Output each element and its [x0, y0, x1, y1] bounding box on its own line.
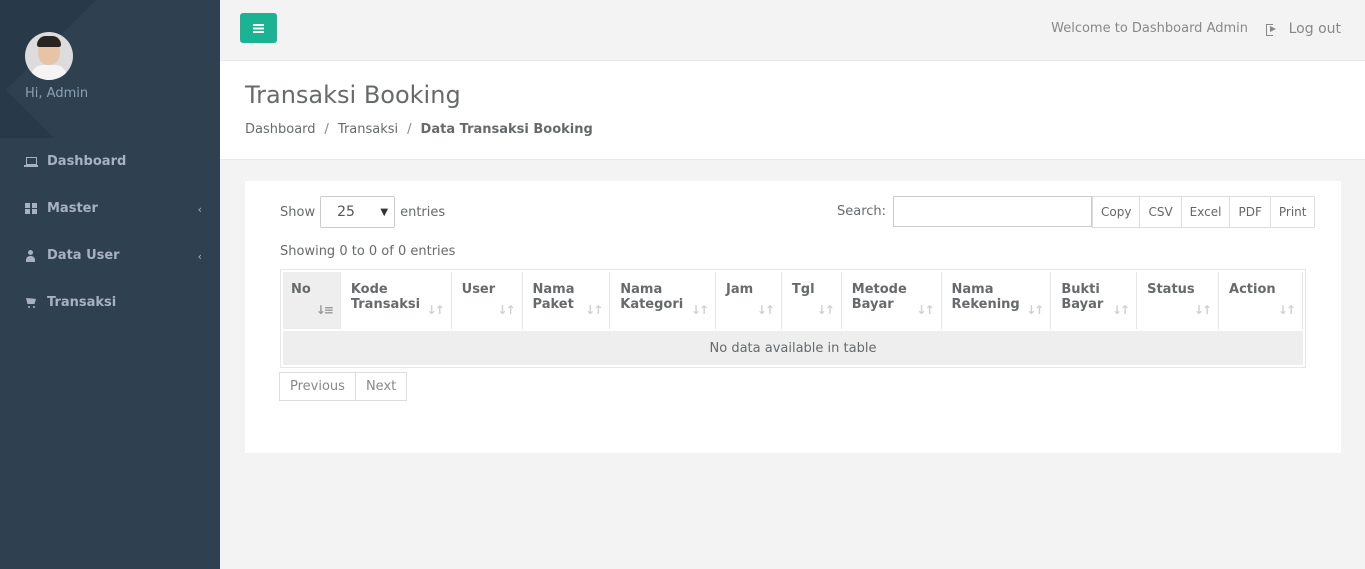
laptop-icon [24, 156, 38, 167]
sidebar-item-label: Master [47, 201, 98, 216]
chevron-down-icon: ▼ [380, 206, 389, 218]
sign-out-icon [1265, 24, 1278, 36]
column-header[interactable]: Nama Rekening ↓↑ [944, 272, 1052, 329]
next-page-button[interactable]: Next [354, 372, 408, 401]
breadcrumb-separator: / [407, 122, 412, 137]
sidebar-item-label: Data User [47, 248, 120, 263]
column-header[interactable]: Jam ↓↑ [718, 272, 782, 329]
welcome-text: Welcome to Dashboard Admin [1051, 21, 1248, 36]
column-header[interactable]: Nama Paket ↓↑ [525, 272, 611, 329]
entries-select[interactable]: 25 ▼ [320, 196, 396, 228]
bars-icon [253, 23, 264, 33]
sort-icon: ↓↑ [1193, 303, 1212, 317]
page-title: Transaksi Booking [245, 81, 461, 109]
pdf-button[interactable]: PDF [1229, 196, 1271, 228]
sidebar-item-dashboard[interactable]: Dashboard [0, 138, 220, 185]
content-box: Show 25 ▼ entries Search: Copy CSV Excel… [245, 181, 1341, 453]
csv-button[interactable]: CSV [1139, 196, 1182, 228]
sort-icon: ↓↑ [916, 303, 934, 317]
column-header[interactable]: Metode Bayar ↓↑ [844, 272, 942, 329]
sort-asc-icon: ↓≡ [315, 303, 334, 317]
profile-header: Hi, Admin [0, 0, 220, 138]
sort-icon: ↓↑ [1026, 303, 1044, 317]
booking-table: No ↓≡ Kode Transaksi ↓↑ User ↓↑ Nama Paket ↓↑ … [280, 269, 1306, 368]
print-button[interactable]: Print [1269, 196, 1316, 228]
column-header[interactable]: Action ↓↑ [1221, 272, 1303, 329]
breadcrumb-separator: / [324, 122, 329, 137]
sidebar: Hi, Admin Dashboard Master ‹ Data User ‹… [0, 0, 220, 569]
show-label: Show [280, 204, 316, 220]
sidebar-item-master[interactable]: Master ‹ [0, 185, 220, 232]
sort-icon: ↓↑ [816, 303, 835, 317]
cart-icon [25, 297, 37, 308]
menu-toggle-button[interactable] [240, 13, 277, 43]
sidebar-item-label: Dashboard [47, 154, 127, 169]
breadcrumb: Dashboard / Transaksi / Data Transaksi B… [245, 122, 593, 137]
excel-button[interactable]: Excel [1180, 196, 1231, 228]
sort-icon: ↓↑ [756, 303, 775, 317]
column-header[interactable]: Tgl ↓↑ [784, 272, 842, 329]
sort-icon: ↓↑ [1277, 303, 1296, 317]
search-label: Search: [837, 204, 887, 219]
search-input[interactable] [893, 196, 1093, 227]
breadcrumb-transaksi[interactable]: Transaksi [338, 122, 398, 137]
sidebar-item-label: Transaksi [47, 295, 117, 310]
chevron-left-icon: ‹ [197, 203, 202, 216]
logout-label: Log out [1288, 21, 1341, 37]
column-header[interactable]: Status ↓↑ [1139, 272, 1220, 329]
sort-icon: ↓↑ [1111, 303, 1130, 317]
empty-table-message: No data available in table [283, 331, 1303, 365]
sidebar-item-data-user[interactable]: Data User ‹ [0, 232, 220, 279]
greeting-text: Hi, Admin [25, 86, 89, 101]
page-heading: Transaksi Booking Dashboard / Transaksi … [220, 60, 1365, 160]
sort-icon: ↓↑ [585, 303, 603, 317]
export-button-group: Copy CSV Excel PDF Print [1092, 196, 1316, 228]
table-row: No data available in table [283, 331, 1303, 365]
th-large-icon [25, 203, 37, 214]
breadcrumb-dashboard[interactable]: Dashboard [245, 122, 316, 137]
column-header[interactable]: Nama Kategori ↓↑ [612, 272, 717, 329]
avatar[interactable] [25, 32, 73, 80]
user-icon [25, 250, 37, 262]
column-header[interactable]: No ↓≡ [283, 272, 341, 329]
table-info: Showing 0 to 0 of 0 entries [280, 244, 456, 259]
column-header[interactable]: Kode Transaksi ↓↑ [343, 272, 452, 329]
search-control: Search: [837, 196, 1093, 227]
top-navbar: Welcome to Dashboard Admin Log out [220, 0, 1365, 60]
table-header-row: No ↓≡ Kode Transaksi ↓↑ User ↓↑ Nama Paket ↓↑ … [283, 272, 1303, 329]
sort-icon: ↓↑ [497, 303, 515, 317]
entries-select-value: 25 [337, 204, 355, 220]
sidebar-nav: Dashboard Master ‹ Data User ‹ Transaksi [0, 138, 220, 326]
sort-icon: ↓↑ [690, 303, 709, 317]
logout-link[interactable]: Log out [1265, 21, 1341, 37]
sort-icon: ↓↑ [426, 303, 445, 317]
sidebar-item-transaksi[interactable]: Transaksi [0, 279, 220, 326]
entries-label: entries [400, 204, 446, 220]
copy-button[interactable]: Copy [1092, 196, 1141, 228]
chevron-left-icon: ‹ [197, 250, 202, 263]
breadcrumb-current: Data Transaksi Booking [420, 122, 593, 137]
previous-page-button[interactable]: Previous [279, 372, 356, 401]
column-header[interactable]: User ↓↑ [454, 272, 523, 329]
pagination: Previous Next [279, 372, 408, 401]
column-header[interactable]: Bukti Bayar ↓↑ [1053, 272, 1138, 329]
entries-length-control: Show 25 ▼ entries [280, 196, 445, 228]
